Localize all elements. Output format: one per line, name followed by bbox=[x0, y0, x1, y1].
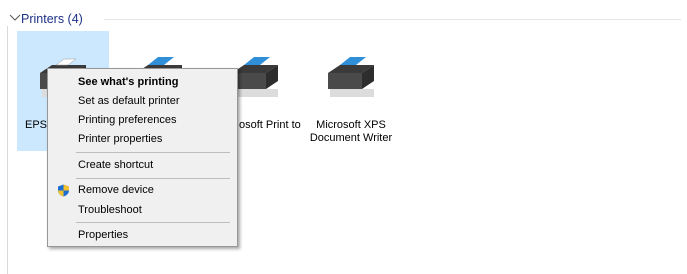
printer-label: osoft Print to bbox=[239, 119, 301, 131]
menu-item-printer-properties[interactable]: Printer properties bbox=[48, 130, 237, 149]
printer-icon bbox=[328, 57, 374, 97]
chevron-down-icon[interactable] bbox=[8, 12, 22, 24]
printer-label: Microsoft XPS Document Writer bbox=[309, 119, 393, 144]
printers-group-header[interactable]: Printers (4) bbox=[0, 9, 687, 29]
context-menu: See what's printing Set as default print… bbox=[47, 68, 238, 247]
menu-item-label: Remove device bbox=[78, 184, 154, 196]
menu-item-remove-device[interactable]: Remove device bbox=[48, 181, 237, 200]
left-pane-border bbox=[7, 26, 8, 274]
uac-shield-icon bbox=[58, 184, 69, 197]
group-divider bbox=[104, 19, 681, 20]
menu-item-properties[interactable]: Properties bbox=[48, 226, 237, 245]
menu-item-see-whats-printing[interactable]: See what's printing bbox=[48, 73, 237, 92]
printer-microsoft-xps[interactable]: Microsoft XPS Document Writer bbox=[305, 31, 397, 151]
menu-item-create-shortcut[interactable]: Create shortcut bbox=[48, 156, 237, 175]
menu-separator bbox=[76, 178, 230, 179]
menu-separator bbox=[76, 152, 230, 153]
menu-separator bbox=[76, 222, 230, 223]
menu-item-set-default-printer[interactable]: Set as default printer bbox=[48, 92, 237, 111]
group-title: Printers (4) bbox=[21, 12, 83, 26]
menu-item-troubleshoot[interactable]: Troubleshoot bbox=[48, 201, 237, 220]
menu-item-printing-preferences[interactable]: Printing preferences bbox=[48, 111, 237, 130]
